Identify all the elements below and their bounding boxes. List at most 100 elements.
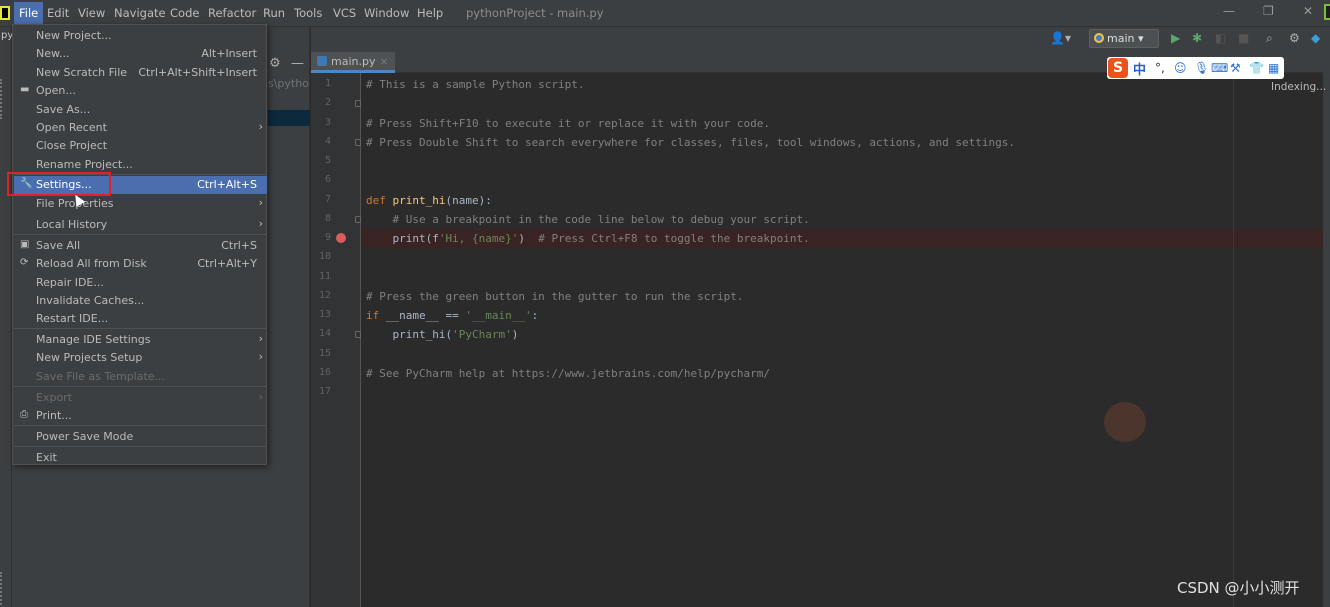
debug-icon[interactable]: ✱ — [1192, 31, 1202, 45]
menu-view[interactable]: View — [78, 6, 105, 20]
menu-window[interactable]: Window — [364, 6, 409, 20]
tab-close-icon[interactable]: × — [379, 55, 388, 68]
highlight-annotation-box — [7, 172, 111, 196]
code-line[interactable]: # This is a sample Python script. — [366, 78, 585, 91]
menu-power-save-mode[interactable]: Power Save Mode — [14, 428, 267, 446]
submenu-arrow-icon: › — [258, 120, 263, 133]
menu-tools[interactable]: Tools — [294, 6, 322, 20]
menu-open[interactable]: ▬ Open... — [14, 82, 267, 100]
grid-menu-icon[interactable]: ▦ — [1268, 61, 1279, 75]
jetbrains-icon[interactable]: ◆ — [1311, 31, 1320, 45]
menu-close-project[interactable]: Close Project — [14, 137, 267, 155]
close-window-icon[interactable]: ✕ — [1303, 4, 1313, 18]
code-line[interactable]: # Press Double Shift to search everywher… — [366, 136, 1015, 149]
menu-exit[interactable]: Exit — [14, 449, 267, 467]
printer-icon: ⎙ — [20, 409, 28, 420]
pycharm-logo-icon — [0, 6, 10, 20]
menu-separator — [14, 446, 267, 447]
menu-reload-all[interactable]: ⟳ Reload All from Disk Ctrl+Alt+Y — [14, 255, 267, 273]
menu-refactor[interactable]: Refactor — [208, 6, 256, 20]
line-number: 10 — [318, 251, 331, 263]
settings-gear-icon[interactable]: ⚙ — [1289, 31, 1300, 45]
ime-mode[interactable]: 中 — [1133, 59, 1146, 78]
code-line[interactable]: def print_hi(name): — [366, 194, 492, 207]
line-number: 13 — [318, 309, 331, 320]
submenu-arrow-icon: › — [258, 390, 263, 403]
skin-icon[interactable]: 👕 — [1249, 61, 1264, 75]
code-line[interactable]: # Press the green button in the gutter t… — [366, 290, 744, 303]
menu-separator — [14, 425, 267, 426]
hide-panel-icon[interactable]: — — [291, 56, 304, 71]
user-icon[interactable]: 👤▾ — [1050, 31, 1071, 45]
tab-main-py[interactable]: main.py × — [311, 52, 395, 73]
save-icon: ▣ — [20, 239, 30, 250]
editor-scrollbar[interactable] — [1323, 27, 1330, 607]
stripe-structure-tab[interactable] — [0, 572, 6, 607]
code-line[interactable]: if __name__ == '__main__': — [366, 309, 538, 322]
menu-restart-ide[interactable]: Restart IDE... — [14, 310, 267, 328]
fold-marker-icon[interactable] — [355, 215, 361, 223]
python-icon — [1094, 33, 1104, 43]
code-line[interactable]: # See PyCharm help at https://www.jetbra… — [366, 367, 770, 380]
line-number: 4 — [324, 135, 331, 147]
code-line[interactable]: # Press Shift+F10 to execute it or repla… — [366, 117, 770, 130]
menu-new[interactable]: New... Alt+Insert — [14, 45, 267, 63]
menu-new-scratch-file[interactable]: New Scratch File Ctrl+Alt+Shift+Insert — [14, 64, 267, 82]
menu-local-history[interactable]: Local History › — [14, 216, 267, 234]
menu-save-all[interactable]: ▣ Save All Ctrl+S — [14, 237, 267, 255]
indexing-status: Indexing... — [1271, 81, 1327, 93]
stop-icon[interactable]: ■ — [1238, 31, 1249, 45]
code-line[interactable]: print(f'Hi, {name}') # Press Ctrl+F8 to … — [366, 232, 809, 245]
menu-run[interactable]: Run — [263, 6, 285, 20]
coverage-icon[interactable]: ◧ — [1215, 31, 1226, 45]
submenu-arrow-icon: › — [258, 350, 263, 363]
tab-label: main.py — [331, 55, 376, 68]
sogou-logo-icon: S — [1108, 58, 1128, 78]
breakpoint-icon[interactable] — [336, 233, 346, 243]
restore-icon[interactable]: ❐ — [1263, 4, 1274, 18]
menu-file[interactable]: File — [14, 2, 44, 24]
menu-print[interactable]: ⎙ Print... — [14, 407, 267, 425]
line-number: 12 — [318, 289, 331, 301]
menu-edit[interactable]: Edit — [47, 6, 69, 20]
keyboard-icon[interactable]: ⌨ — [1211, 61, 1228, 75]
menu-invalidate-caches[interactable]: Invalidate Caches... — [14, 292, 267, 310]
toolbox-icon[interactable]: ⚒ — [1230, 61, 1241, 75]
fold-marker-icon[interactable] — [355, 331, 361, 339]
run-icon[interactable]: ▶ — [1171, 31, 1180, 45]
run-config-label: main — [1107, 32, 1135, 45]
editor-gutter — [311, 73, 361, 607]
menu-help[interactable]: Help — [417, 6, 443, 20]
stripe-project-tab[interactable] — [0, 79, 6, 119]
menu-new-project[interactable]: New Project... — [14, 27, 267, 45]
menu-export: Export › — [36, 390, 263, 404]
menu-code[interactable]: Code — [170, 6, 199, 20]
fold-marker-icon[interactable] — [355, 138, 361, 146]
file-menu-dropdown: New Project... New... Alt+Insert New Scra… — [12, 24, 267, 465]
gear-icon[interactable]: ⚙ — [269, 56, 281, 71]
line-number: 3 — [324, 116, 331, 128]
code-line[interactable]: # Use a breakpoint in the code line belo… — [366, 213, 809, 226]
menu-file-properties[interactable]: File Properties › — [14, 195, 267, 213]
search-icon[interactable]: ⌕ — [1266, 31, 1273, 46]
menu-open-recent[interactable]: Open Recent › — [14, 119, 267, 137]
fold-marker-icon[interactable] — [355, 100, 361, 108]
window-title: pythonProject - main.py — [466, 6, 604, 20]
emoji-icon[interactable]: ☺ — [1174, 61, 1187, 75]
menu-save-as[interactable]: Save As... — [14, 101, 267, 119]
menu-new-projects-setup[interactable]: New Projects Setup › — [14, 349, 267, 367]
menu-manage-ide-settings[interactable]: Manage IDE Settings › — [14, 331, 267, 349]
code-line[interactable]: print_hi('PyCharm') — [366, 328, 518, 341]
line-number: 2 — [324, 97, 331, 109]
menu-vcs[interactable]: VCS — [333, 6, 356, 20]
microphone-icon[interactable]: 🎙 — [1194, 61, 1209, 75]
project-selected-row[interactable] — [268, 110, 310, 126]
submenu-arrow-icon: › — [258, 196, 263, 209]
submenu-arrow-icon: › — [258, 332, 263, 345]
punctuation-icon[interactable]: °, — [1155, 61, 1165, 75]
ime-toolbar[interactable]: S 中 °, ☺ 🎙 ⌨ ⚒ 👕 ▦ — [1107, 57, 1284, 79]
minimize-icon[interactable]: — — [1223, 4, 1235, 18]
run-config-selector[interactable]: main ▾ — [1089, 29, 1159, 48]
menu-repair-ide[interactable]: Repair IDE... — [14, 274, 267, 292]
menu-navigate[interactable]: Navigate — [114, 6, 166, 20]
